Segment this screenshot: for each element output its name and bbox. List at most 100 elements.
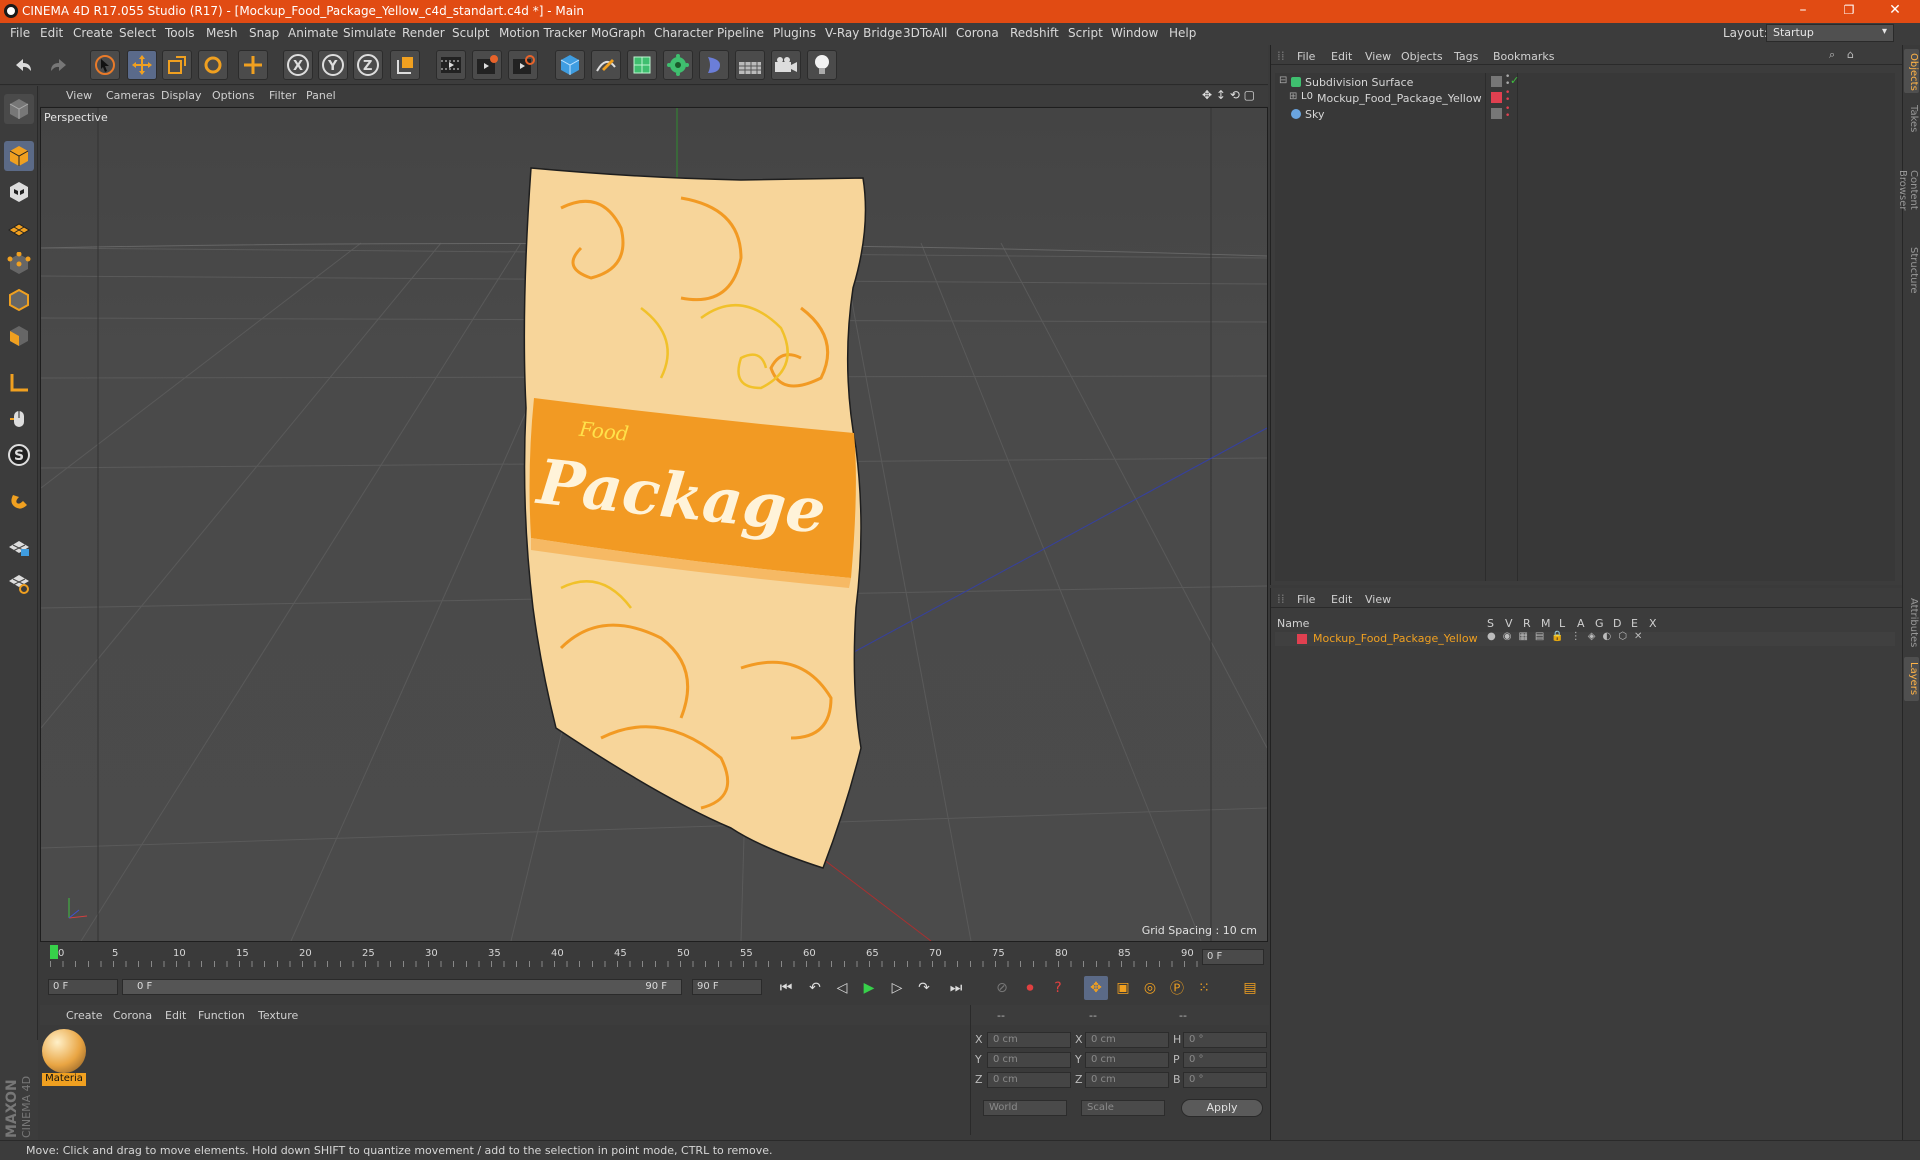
size-x-field[interactable]: 0 cm [1085, 1032, 1169, 1048]
workplane-mode-icon[interactable] [4, 213, 34, 243]
edges-mode-icon[interactable] [4, 285, 34, 315]
locked-workplane-icon[interactable] [4, 532, 34, 562]
camera-icon[interactable] [771, 50, 801, 80]
subdivision-surface-icon[interactable] [627, 50, 657, 80]
timeline-ruler[interactable]: 0 5 10 15 20 25 30 35 40 45 50 55 60 65 … [40, 943, 1268, 970]
layer-menu-view[interactable]: View [1365, 593, 1391, 606]
move-tool-icon[interactable] [127, 50, 157, 80]
next-frame-icon[interactable]: ▷ [885, 976, 909, 1000]
menu-redshift[interactable]: Redshift [1010, 26, 1059, 40]
tab-objects[interactable]: Objects [1904, 49, 1919, 93]
menu-script[interactable]: Script [1068, 26, 1103, 40]
frame-range-slider[interactable]: 0 F 90 F [122, 979, 682, 995]
menu-vray-bridge[interactable]: V-Ray Bridge [825, 26, 902, 40]
y-axis-lock-icon[interactable]: Y [318, 50, 348, 80]
tab-takes[interactable]: Takes [1904, 101, 1919, 137]
food-package-model[interactable]: Package Food [523, 167, 867, 869]
cloner-icon[interactable] [663, 50, 693, 80]
close-button[interactable]: ✕ [1872, 0, 1918, 23]
menu-create[interactable]: Create [73, 26, 113, 40]
render-view-icon[interactable] [436, 50, 466, 80]
restore-button[interactable]: ❐ [1826, 0, 1872, 23]
rotate-tool-icon[interactable] [198, 50, 228, 80]
layer-toggle-icons[interactable]: ●◉▦▤🔒⋮◈◐⬡✕ [1487, 631, 1649, 642]
mat-menu-create[interactable]: Create [66, 1009, 103, 1022]
layer-row[interactable]: Mockup_Food_Package_Yellow ●◉▦▤🔒⋮◈◐⬡✕ [1275, 631, 1895, 646]
next-key-icon[interactable]: ↷ [912, 976, 936, 1000]
menu-tools[interactable]: Tools [165, 26, 195, 40]
menu-corona[interactable]: Corona [956, 26, 999, 40]
material-swatch[interactable]: Materia [42, 1029, 86, 1087]
record-keys-icon[interactable]: ⊘ [990, 976, 1014, 1000]
tab-content-browser[interactable]: Content Browser [1897, 145, 1919, 235]
tweak-mode-icon[interactable] [4, 404, 34, 434]
deformer-icon[interactable] [699, 50, 729, 80]
previous-frame-icon[interactable]: ◁ [830, 976, 854, 1000]
z-axis-lock-icon[interactable]: Z [353, 50, 383, 80]
menu-animate[interactable]: Animate [288, 26, 338, 40]
obj-menu-bookmarks[interactable]: Bookmarks [1493, 50, 1554, 63]
keyframe-selection-icon[interactable]: ? [1046, 976, 1070, 1000]
display-tag-icon[interactable] [1491, 108, 1502, 119]
redo-icon[interactable] [44, 50, 74, 80]
scale-tool-icon[interactable] [162, 50, 192, 80]
position-y-field[interactable]: 0 cm [987, 1052, 1071, 1068]
vp-menu-view[interactable]: View [66, 89, 92, 102]
points-mode-icon[interactable] [4, 249, 34, 279]
polygons-mode-icon[interactable] [4, 321, 34, 351]
key-position-icon[interactable]: ✥ [1084, 976, 1108, 1000]
rotation-h-field[interactable]: 0 ° [1183, 1032, 1267, 1048]
rotation-b-field[interactable]: 0 ° [1183, 1072, 1267, 1088]
collapse-icon[interactable]: ⊟ [1279, 75, 1287, 86]
menu-sculpt[interactable]: Sculpt [452, 26, 489, 40]
apply-button[interactable]: Apply [1181, 1099, 1263, 1117]
planar-workplane-icon[interactable] [4, 568, 34, 598]
size-z-field[interactable]: 0 cm [1085, 1072, 1169, 1088]
axis-mode-icon[interactable] [4, 368, 34, 398]
layer-name[interactable]: Mockup_Food_Package_Yellow [1313, 632, 1478, 645]
end-frame-field[interactable]: 90 F [692, 979, 762, 995]
autokey-icon[interactable]: ⏺ [1018, 976, 1042, 1000]
rotation-p-field[interactable]: 0 ° [1183, 1052, 1267, 1068]
render-to-picture-viewer-icon[interactable] [472, 50, 502, 80]
minimize-button[interactable]: – [1780, 0, 1826, 23]
menu-help[interactable]: Help [1169, 26, 1196, 40]
menu-motion-tracker[interactable]: Motion Tracker [499, 26, 587, 40]
go-to-end-icon[interactable]: ⏭ [944, 976, 968, 1000]
menu-character[interactable]: Character [654, 26, 713, 40]
viewport-perspective[interactable]: Package Food Perspective Grid Spacing : … [40, 107, 1268, 942]
size-y-field[interactable]: 0 cm [1085, 1052, 1169, 1068]
obj-menu-file[interactable]: File [1297, 50, 1315, 63]
visibility-dots-icon[interactable]: • • [1505, 105, 1510, 121]
vp-menu-filter[interactable]: Filter [269, 89, 296, 102]
pen-spline-icon[interactable] [591, 50, 621, 80]
object-row-sky[interactable]: Sky • • [1275, 105, 1895, 123]
x-axis-lock-icon[interactable]: X [283, 50, 313, 80]
enabled-check-icon[interactable]: ✓ [1510, 74, 1519, 87]
size-mode-select[interactable]: Scale [1081, 1100, 1165, 1116]
position-x-field[interactable]: 0 cm [987, 1032, 1071, 1048]
cube-primitive-icon[interactable] [555, 50, 585, 80]
layer-color-swatch[interactable] [1297, 634, 1307, 644]
live-selection-icon[interactable] [238, 50, 268, 80]
menu-plugins[interactable]: Plugins [773, 26, 816, 40]
menu-mesh[interactable]: Mesh [206, 26, 238, 40]
mat-menu-corona[interactable]: Corona [113, 1009, 152, 1022]
key-pla-icon[interactable]: ⁙ [1192, 976, 1216, 1000]
mat-menu-texture[interactable]: Texture [258, 1009, 298, 1022]
key-parameter-icon[interactable]: Ⓟ [1165, 976, 1189, 1000]
obj-menu-edit[interactable]: Edit [1331, 50, 1352, 63]
obj-home-icon[interactable]: ⌂ [1847, 48, 1854, 61]
coordinate-space-select[interactable]: World [983, 1100, 1067, 1116]
play-icon[interactable]: ▶ [857, 976, 881, 1000]
go-to-start-icon[interactable]: ⏮ [774, 976, 798, 1000]
mat-menu-edit[interactable]: Edit [165, 1009, 186, 1022]
light-icon[interactable] [807, 50, 837, 80]
obj-search-icon[interactable]: ⌕ [1829, 48, 1835, 62]
menu-select[interactable]: Select [119, 26, 156, 40]
magnet-icon[interactable] [4, 486, 34, 516]
tab-attributes[interactable]: Attributes [1904, 593, 1919, 653]
visibility-dots-icon[interactable]: • • [1505, 89, 1510, 105]
tab-structure[interactable]: Structure [1904, 243, 1919, 297]
obj-menu-tags[interactable]: Tags [1454, 50, 1478, 63]
